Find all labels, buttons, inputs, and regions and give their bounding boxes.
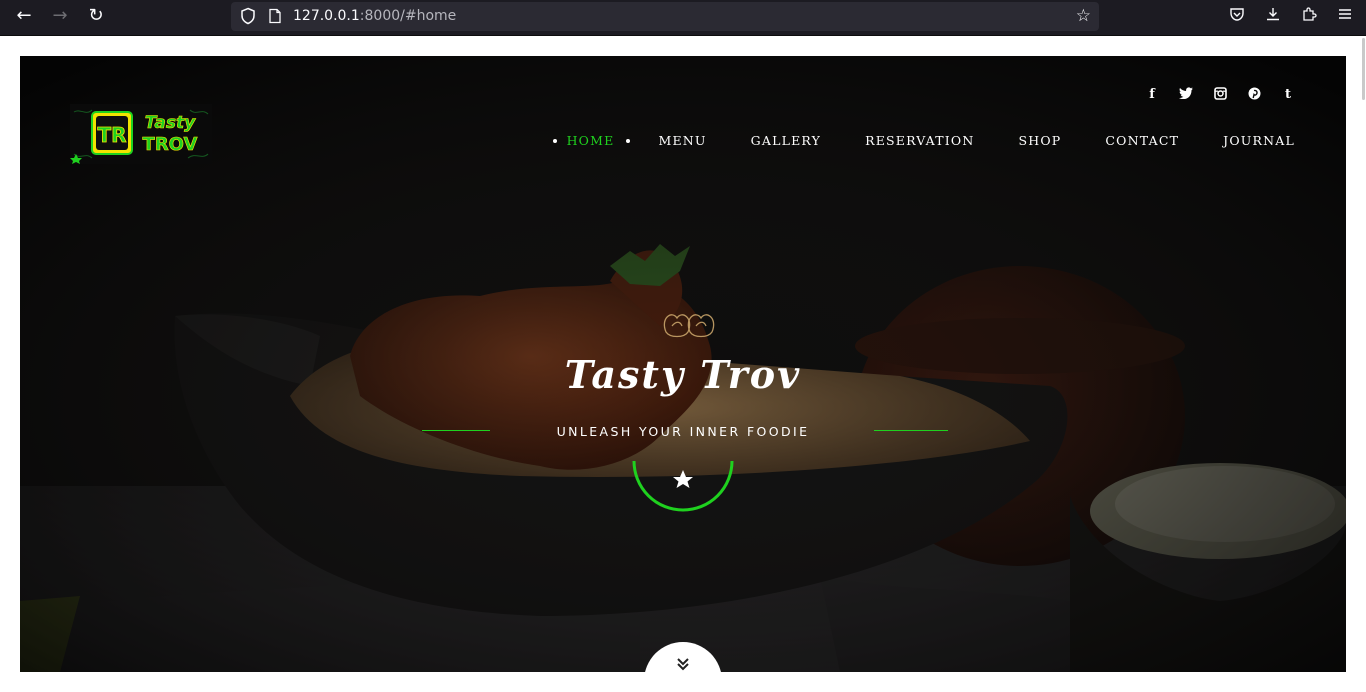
site-logo[interactable]: TR Tasty TROV xyxy=(70,104,212,164)
instagram-icon[interactable] xyxy=(1212,87,1228,104)
social-links: f t xyxy=(1144,87,1296,104)
forward-icon[interactable]: → xyxy=(46,4,74,28)
nav-item-home[interactable]: HOME xyxy=(567,133,615,148)
url-host: 127.0.0.1 xyxy=(293,8,360,24)
shield-icon[interactable] xyxy=(239,7,257,25)
nav-item-contact[interactable]: CONTACT xyxy=(1105,133,1179,148)
menu-icon[interactable] xyxy=(1336,6,1354,26)
nav-item-shop[interactable]: SHOP xyxy=(1018,133,1061,148)
tumblr-icon[interactable]: t xyxy=(1280,87,1296,104)
chevron-double-down-icon xyxy=(644,656,722,672)
nav-item-gallery[interactable]: GALLERY xyxy=(751,133,821,148)
main-navigation: HOME MENU GALLERY RESERVATION SHOP CONTA… xyxy=(552,133,1295,148)
bookmark-star-icon[interactable]: ☆ xyxy=(1076,6,1091,26)
svg-text:TROV: TROV xyxy=(143,134,198,155)
facebook-icon[interactable]: f xyxy=(1144,87,1160,104)
pocket-icon[interactable] xyxy=(1228,6,1246,26)
pinterest-icon[interactable] xyxy=(1246,87,1262,104)
hero-section: TR Tasty TROV f t HOME MENU GALLERY RESE… xyxy=(20,56,1346,672)
nav-bullet xyxy=(552,138,557,143)
address-bar[interactable]: 127.0.0.1:8000/#home ☆ xyxy=(231,2,1099,31)
nav-bullet xyxy=(626,138,631,143)
hero-tagline: UNLEASH YOUR INNER FOODIE xyxy=(556,424,810,439)
scrollbar-thumb[interactable] xyxy=(1362,38,1365,100)
svg-text:Tasty: Tasty xyxy=(145,113,196,133)
twitter-icon[interactable] xyxy=(1178,87,1194,104)
svg-text:TR: TR xyxy=(97,123,126,147)
back-icon[interactable]: ← xyxy=(10,4,38,28)
page-scrollbar[interactable] xyxy=(1360,36,1366,692)
extensions-icon[interactable] xyxy=(1300,6,1318,26)
browser-toolbar: ← → ↻ 127.0.0.1:8000/#home ☆ xyxy=(0,0,1366,36)
page-icon xyxy=(269,8,281,24)
nav-item-menu[interactable]: MENU xyxy=(658,133,706,148)
download-icon[interactable] xyxy=(1264,6,1282,26)
reload-icon[interactable]: ↻ xyxy=(82,4,110,28)
url-path: :8000/#home xyxy=(359,8,457,24)
url-text[interactable]: 127.0.0.1:8000/#home xyxy=(293,8,456,24)
nav-item-reservation[interactable]: RESERVATION xyxy=(865,133,974,148)
hero-title: Tasty Trov xyxy=(564,352,802,397)
nav-item-journal[interactable]: JOURNAL xyxy=(1223,133,1295,148)
